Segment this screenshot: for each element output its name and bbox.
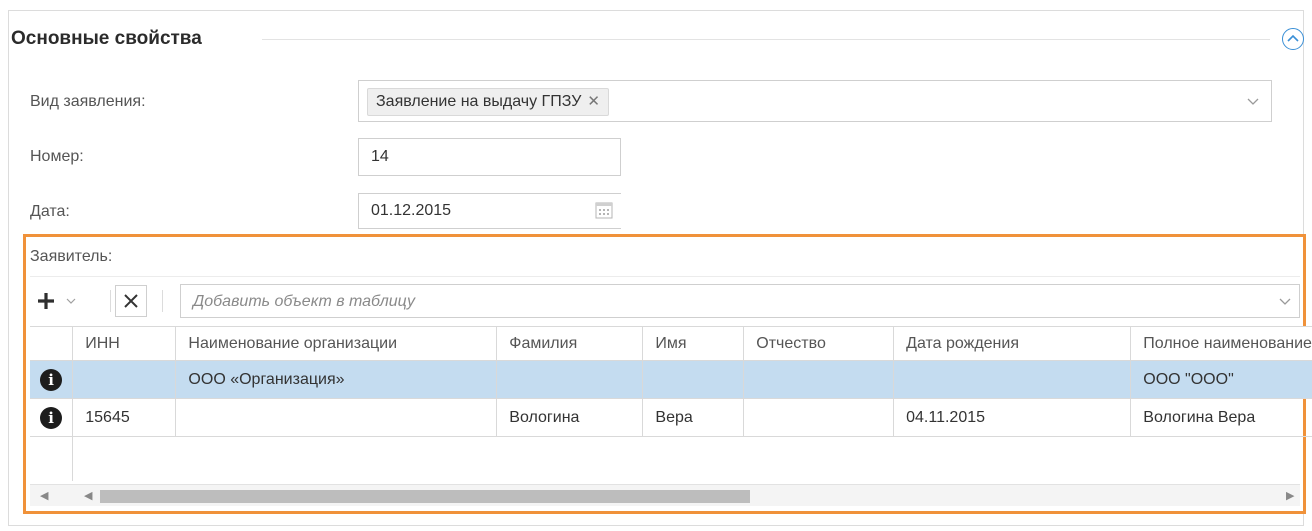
scroll-right-icon[interactable]: ▶ <box>1286 489 1294 502</box>
add-object-input[interactable]: Добавить объект в таблицу <box>180 284 1300 318</box>
section-title: Основные свойства <box>11 28 202 49</box>
table-cell[interactable]: 15645 <box>72 398 177 437</box>
table-cell[interactable] <box>743 360 895 399</box>
table-cell[interactable] <box>175 398 498 437</box>
number-value: 14 <box>371 148 389 165</box>
column-header[interactable]: Дата рождения <box>893 326 1132 361</box>
empty-cell <box>30 436 74 481</box>
selected-type-text: Заявление на выдачу ГПЗУ <box>376 93 582 110</box>
table-row[interactable]: i 15645 Вологина Вера 04.11.2015 Вологин… <box>30 398 1312 437</box>
table-cell[interactable] <box>642 360 745 399</box>
delete-button[interactable] <box>115 285 147 317</box>
table-cell[interactable] <box>496 360 644 399</box>
row-info-cell[interactable]: i <box>30 398 74 437</box>
table-row[interactable]: i ООО «Организация» ООО "ООО" <box>30 360 1312 399</box>
date-label: Дата: <box>30 203 70 220</box>
toolbar-divider <box>30 276 1300 277</box>
applicant-table: ИНН Наименование организации Фамилия Имя… <box>30 326 1312 481</box>
number-field[interactable]: 14 <box>358 138 621 176</box>
scroll-left-icon[interactable]: ◀ <box>40 489 48 502</box>
horizontal-scrollbar[interactable]: ◀ ◀ ▶ <box>30 484 1300 506</box>
application-type-label: Вид заявления: <box>30 93 146 110</box>
table-cell[interactable] <box>743 398 895 437</box>
row-info-cell[interactable]: i <box>30 360 74 399</box>
table-cell[interactable]: ООО «Организация» <box>175 360 498 399</box>
table-cell[interactable] <box>893 360 1132 399</box>
toolbar-separator <box>162 290 163 312</box>
scroll-left-icon[interactable]: ◀ <box>84 489 92 502</box>
remove-tag-icon[interactable]: ✕ <box>587 89 600 115</box>
date-field[interactable]: 01.12.2015 <box>358 193 621 229</box>
column-header[interactable]: Имя <box>642 326 745 361</box>
column-header[interactable]: Наименование организации <box>175 326 498 361</box>
collapse-section-button[interactable] <box>1282 28 1304 50</box>
close-icon <box>124 294 138 308</box>
chevron-down-icon[interactable] <box>1279 298 1291 306</box>
column-header[interactable]: ИНН <box>72 326 177 361</box>
chevron-up-icon <box>1287 34 1299 42</box>
toolbar-separator <box>110 290 111 312</box>
column-header[interactable]: Фамилия <box>496 326 644 361</box>
plus-icon <box>38 293 54 309</box>
table-cell[interactable]: Вологина <box>496 398 644 437</box>
calendar-icon[interactable] <box>594 200 614 220</box>
add-button[interactable] <box>32 286 102 316</box>
empty-cell <box>73 437 1312 481</box>
table-cell[interactable]: Вологина Вера <box>1130 398 1312 437</box>
chevron-down-icon[interactable] <box>1247 98 1259 106</box>
table-empty-row <box>30 436 1312 481</box>
selected-type-tag: Заявление на выдачу ГПЗУ ✕ <box>367 88 609 116</box>
section-divider <box>262 39 1270 40</box>
table-header-row: ИНН Наименование организации Фамилия Имя… <box>30 326 1312 361</box>
column-header-icon <box>30 326 74 361</box>
table-cell[interactable]: ООО "ООО" <box>1130 360 1312 399</box>
column-header[interactable]: Полное наименование <box>1130 326 1312 361</box>
info-icon[interactable]: i <box>40 406 63 429</box>
applicant-label: Заявитель: <box>30 248 113 265</box>
column-header[interactable]: Отчество <box>743 326 895 361</box>
add-object-placeholder: Добавить объект в таблицу <box>193 293 415 310</box>
table-cell[interactable]: Вера <box>642 398 745 437</box>
date-value: 01.12.2015 <box>371 202 452 219</box>
chevron-down-icon <box>66 298 76 304</box>
table-cell[interactable] <box>72 360 177 399</box>
table-cell[interactable]: 04.11.2015 <box>893 398 1132 437</box>
info-icon[interactable]: i <box>40 368 63 391</box>
scrollbar-thumb[interactable] <box>100 490 750 503</box>
application-type-select[interactable]: Заявление на выдачу ГПЗУ ✕ <box>358 80 1272 122</box>
number-label: Номер: <box>30 148 84 165</box>
